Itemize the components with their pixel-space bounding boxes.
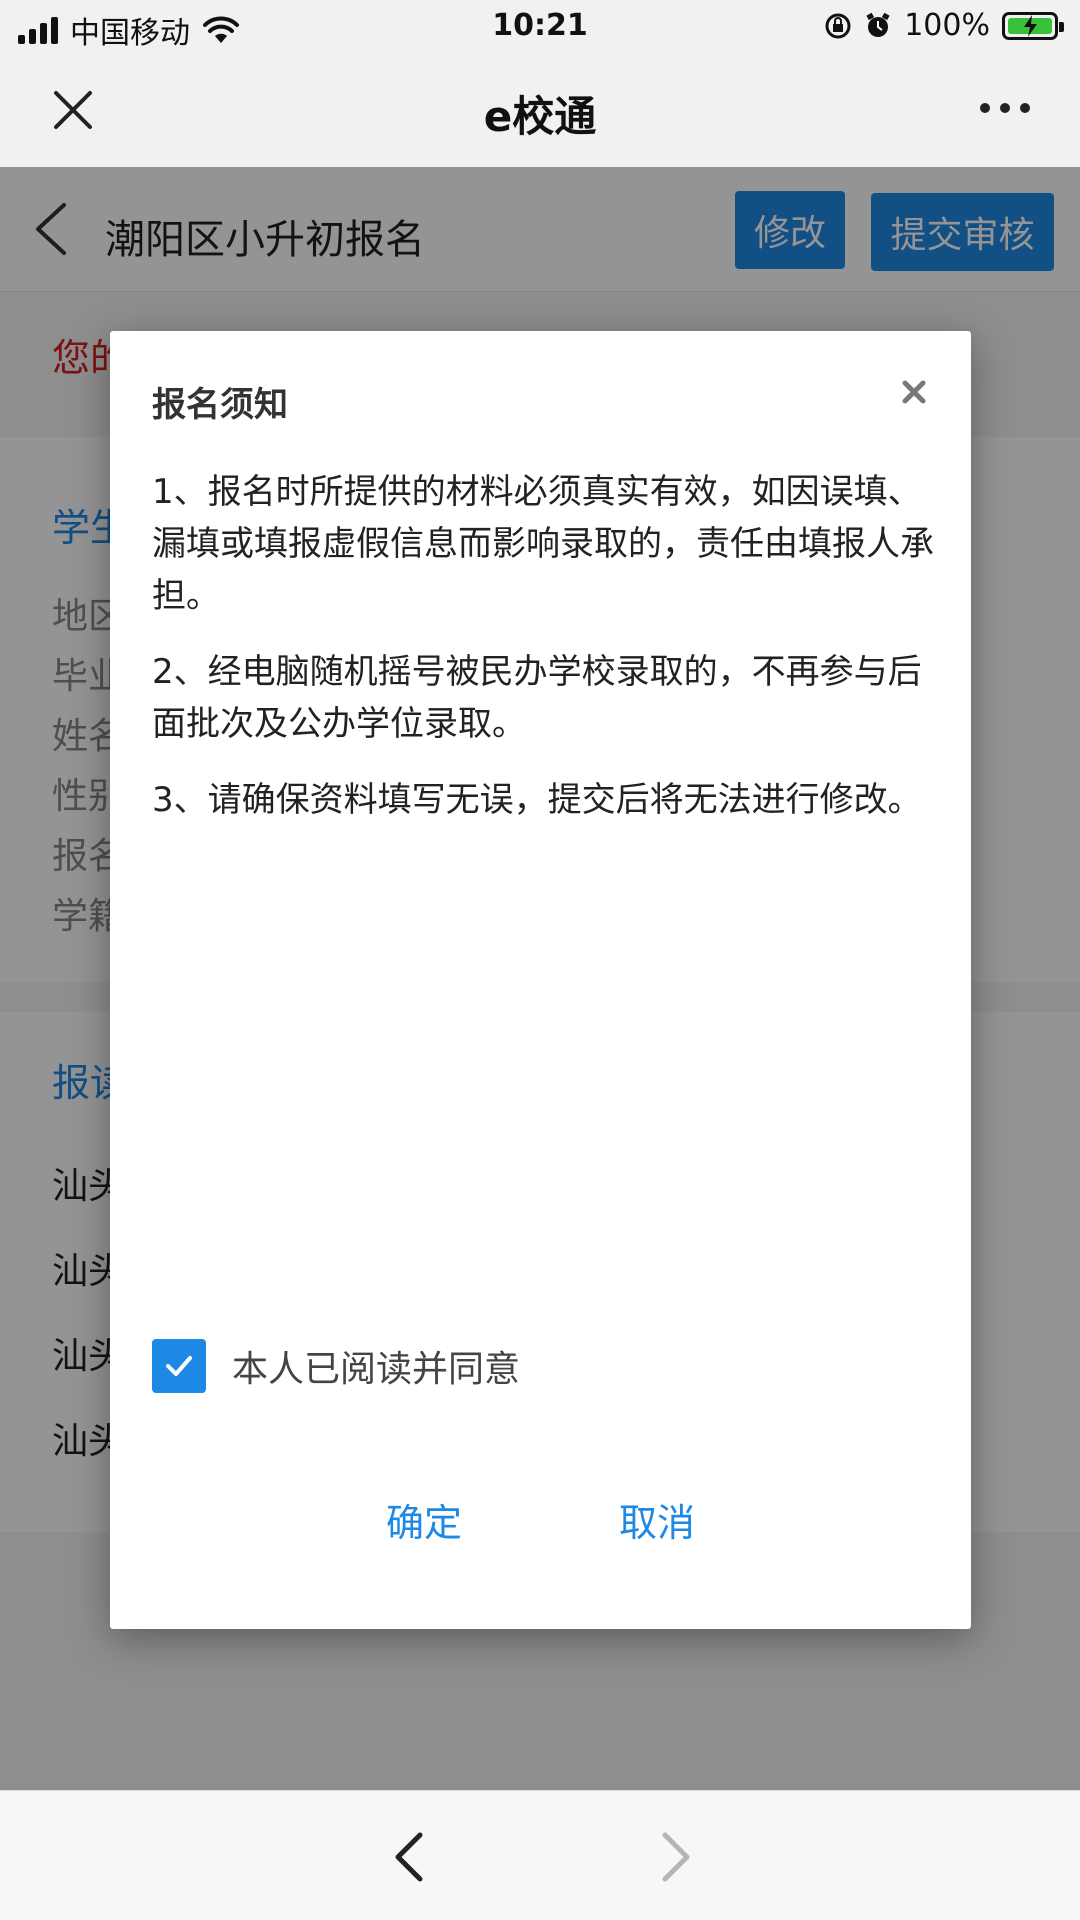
app-title: e校通 [483, 92, 597, 141]
registration-notice-dialog: 报名须知 1、报名时所提供的材料必须真实有效，如因误填、漏填或填报虚假信息而影响… [110, 331, 971, 1629]
dialog-title: 报名须知 [152, 385, 288, 425]
battery-percent: 100% [904, 8, 990, 43]
nav-back-icon[interactable] [390, 1831, 430, 1883]
nav-forward-icon[interactable] [655, 1831, 695, 1883]
title-bar: e校通 [0, 55, 1080, 167]
browser-bottom-nav [0, 1790, 1080, 1920]
agree-checkbox-row[interactable]: 本人已阅读并同意 [152, 1339, 520, 1393]
alarm-icon [866, 12, 890, 37]
dialog-content: 1、报名时所提供的材料必须真实有效，如因误填、漏填或填报虚假信息而影响录取的，责… [152, 466, 942, 850]
battery-charging-icon [1002, 11, 1064, 40]
notice-paragraph: 1、报名时所提供的材料必须真实有效，如因误填、漏填或填报虚假信息而影响录取的，责… [152, 472, 934, 616]
agree-checkbox[interactable] [152, 1339, 206, 1393]
status-right: 100% [824, 8, 1064, 43]
agree-label: 本人已阅读并同意 [232, 1349, 521, 1390]
notice-paragraph: 3、请确保资料填写无误，提交后将无法进行修改。 [152, 780, 922, 820]
cancel-button[interactable]: 取消 [613, 1491, 701, 1548]
status-bar: 中国移动 10:21 100% [0, 0, 1080, 55]
checkmark-icon [166, 1356, 192, 1376]
dialog-close-icon[interactable] [899, 377, 929, 407]
charging-bolt-icon [1024, 14, 1037, 37]
confirm-button[interactable]: 确定 [380, 1491, 468, 1548]
rotation-lock-icon [825, 13, 851, 38]
notice-paragraph: 2、经电脑随机摇号被民办学校录取的，不再参与后面批次及公办学位录取。 [152, 652, 922, 744]
more-icon[interactable] [980, 103, 1030, 113]
